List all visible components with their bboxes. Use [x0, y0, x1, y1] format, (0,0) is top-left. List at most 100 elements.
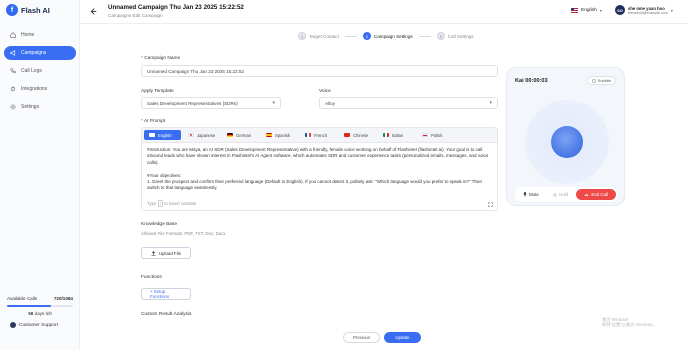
upload-file-label: Upload File [158, 250, 182, 256]
usage-panel: Available Calls 720/1084 58 days left Cu… [4, 296, 76, 328]
tab-italian[interactable]: Italian [378, 130, 415, 140]
custom-result-analysis-label: Custom Result Analysis [141, 311, 192, 317]
step-number: 1 [298, 32, 306, 40]
upload-icon [151, 250, 156, 256]
tab-japanese[interactable]: Japanese [183, 130, 220, 140]
template-voice-row: Apply Template Sales Development Represe… [141, 89, 501, 109]
page-title: Unnamed Campaign Thu Jan 23 2025 15:22:5… [108, 4, 244, 11]
gear-icon [10, 104, 16, 110]
prompt-language-tabs: English Japanese German Spanish French C… [141, 127, 498, 142]
tab-english[interactable]: English [144, 130, 181, 140]
functions-label: Functions [141, 274, 162, 280]
usage-progress-bar [7, 305, 73, 307]
step-label: Target Contact [309, 33, 339, 39]
sidebar-nav: Home Campaigns Call Logs Integrations Se… [4, 28, 76, 118]
prompt-textarea[interactable]: #Instruction: You are Maya, an AI SDR (S… [141, 142, 498, 211]
sidebar-item-integrations[interactable]: Integrations [4, 82, 76, 96]
step-number: 3 [436, 32, 445, 40]
available-calls-label: Available Calls [7, 296, 38, 301]
ai-prompt-label: * AI Prompt [141, 119, 166, 124]
prompt-variable-hint: Type / to insert variable [147, 200, 197, 207]
template-label: Apply Template [141, 89, 174, 94]
tab-spanish[interactable]: Spanish [261, 130, 298, 140]
sidebar-item-label: Settings [21, 104, 40, 110]
sidebar: f Flash AI Home Campaigns Call Logs Inte… [0, 0, 80, 350]
pause-icon [553, 192, 557, 197]
tab-label: English [158, 132, 172, 138]
usage-progress-fill [7, 305, 51, 307]
customer-support-label: Customer Support [19, 322, 58, 328]
home-icon [10, 32, 16, 38]
tab-chinese[interactable]: Chinese [339, 130, 376, 140]
italy-flag-icon [383, 133, 389, 137]
tab-polish[interactable]: Polish [417, 130, 454, 140]
microphone-icon [523, 192, 527, 197]
hold-label: Hold [559, 192, 569, 197]
allowed-formats-text: Allowed File Formats: PDF, TXT, Doc, Doc… [141, 231, 226, 236]
hold-button[interactable]: Hold [547, 192, 574, 197]
available-calls-value: 720/1084 [53, 296, 73, 301]
step-connector [418, 35, 431, 37]
sidebar-item-campaigns[interactable]: Campaigns [4, 46, 76, 60]
campaign-form: * Campaign Name Unnamed Campaign Thu Jan… [141, 56, 501, 317]
upload-file-button[interactable]: Upload File [141, 247, 191, 259]
chevron-down-icon: ▾ [670, 7, 673, 13]
template-select[interactable]: Sales Development Representatives (SDRs) [141, 97, 281, 109]
voice-visualizer-orb [551, 126, 583, 158]
language-selector[interactable]: English ▾ [571, 8, 602, 13]
logo-text: Flash AI [21, 5, 50, 15]
call-test-panel: Kai 00:00:03 Subtitle Mute Hold End Call [506, 67, 625, 206]
tab-label: Polish [431, 132, 443, 138]
poland-flag-icon [422, 133, 428, 137]
customer-support-link[interactable]: Customer Support [4, 322, 76, 328]
sidebar-item-label: Campaigns [21, 50, 47, 56]
update-button[interactable]: Update [384, 332, 421, 343]
end-call-button[interactable]: End Call [576, 189, 616, 200]
footer-actions: Previous Update [80, 326, 688, 350]
logo-mark: f [6, 4, 18, 16]
spain-flag-icon [266, 133, 272, 137]
step-call-settings[interactable]: 3 Call Settings [436, 32, 474, 40]
subtitle-label: Subtitle [597, 78, 611, 83]
phone-icon [10, 68, 16, 74]
mute-label: Mute [529, 192, 539, 197]
step-target-contact[interactable]: 1 Target Contact [298, 32, 339, 40]
step-label: Call Settings [447, 33, 474, 39]
logo[interactable]: f Flash AI [6, 4, 50, 16]
available-calls-row: Available Calls 720/1084 [4, 296, 76, 301]
chevron-down-icon: ▾ [599, 8, 602, 13]
setup-functions-button[interactable]: + Setup Functions [141, 287, 191, 300]
back-icon[interactable] [90, 8, 97, 15]
tab-french[interactable]: French [300, 130, 337, 140]
hang-up-icon [584, 193, 589, 196]
language-label: English [581, 8, 597, 13]
user-menu[interactable]: SO she ome yuan hoo theuserid@example.co… [615, 5, 673, 15]
subtitle-button[interactable]: Subtitle [586, 76, 616, 85]
sidebar-item-call-logs[interactable]: Call Logs [4, 64, 76, 78]
sidebar-item-label: Call Logs [21, 68, 42, 74]
japan-flag-icon [188, 133, 194, 137]
voice-select[interactable]: Alloy [319, 97, 498, 109]
headset-icon [10, 322, 16, 328]
campaign-name-input[interactable]: Unnamed Campaign Thu Jan 23 2025 15:22:5… [141, 65, 498, 77]
previous-button[interactable]: Previous [343, 332, 380, 343]
sidebar-item-settings[interactable]: Settings [4, 100, 76, 114]
step-number: 2 [362, 32, 371, 40]
step-connector [344, 35, 357, 37]
tab-label: German [236, 132, 252, 138]
call-timer: Kai 00:00:03 [515, 78, 548, 84]
plug-icon [10, 86, 16, 92]
tab-label: Chinese [353, 132, 369, 138]
expand-icon[interactable] [488, 202, 493, 207]
call-controls: Mute Hold End Call [515, 187, 618, 202]
ai-prompt-editor: English Japanese German Spanish French C… [141, 127, 498, 211]
sidebar-item-home[interactable]: Home [4, 28, 76, 42]
mute-button[interactable]: Mute [517, 192, 545, 197]
step-label: Campaign Settings [373, 33, 413, 39]
tab-label: French [314, 132, 328, 138]
tab-german[interactable]: German [222, 130, 259, 140]
megaphone-icon [10, 50, 16, 56]
stepper: 1 Target Contact 2 Campaign Settings 3 C… [298, 32, 474, 40]
step-campaign-settings[interactable]: 2 Campaign Settings [362, 32, 413, 40]
days-left-text: days left [33, 311, 52, 316]
